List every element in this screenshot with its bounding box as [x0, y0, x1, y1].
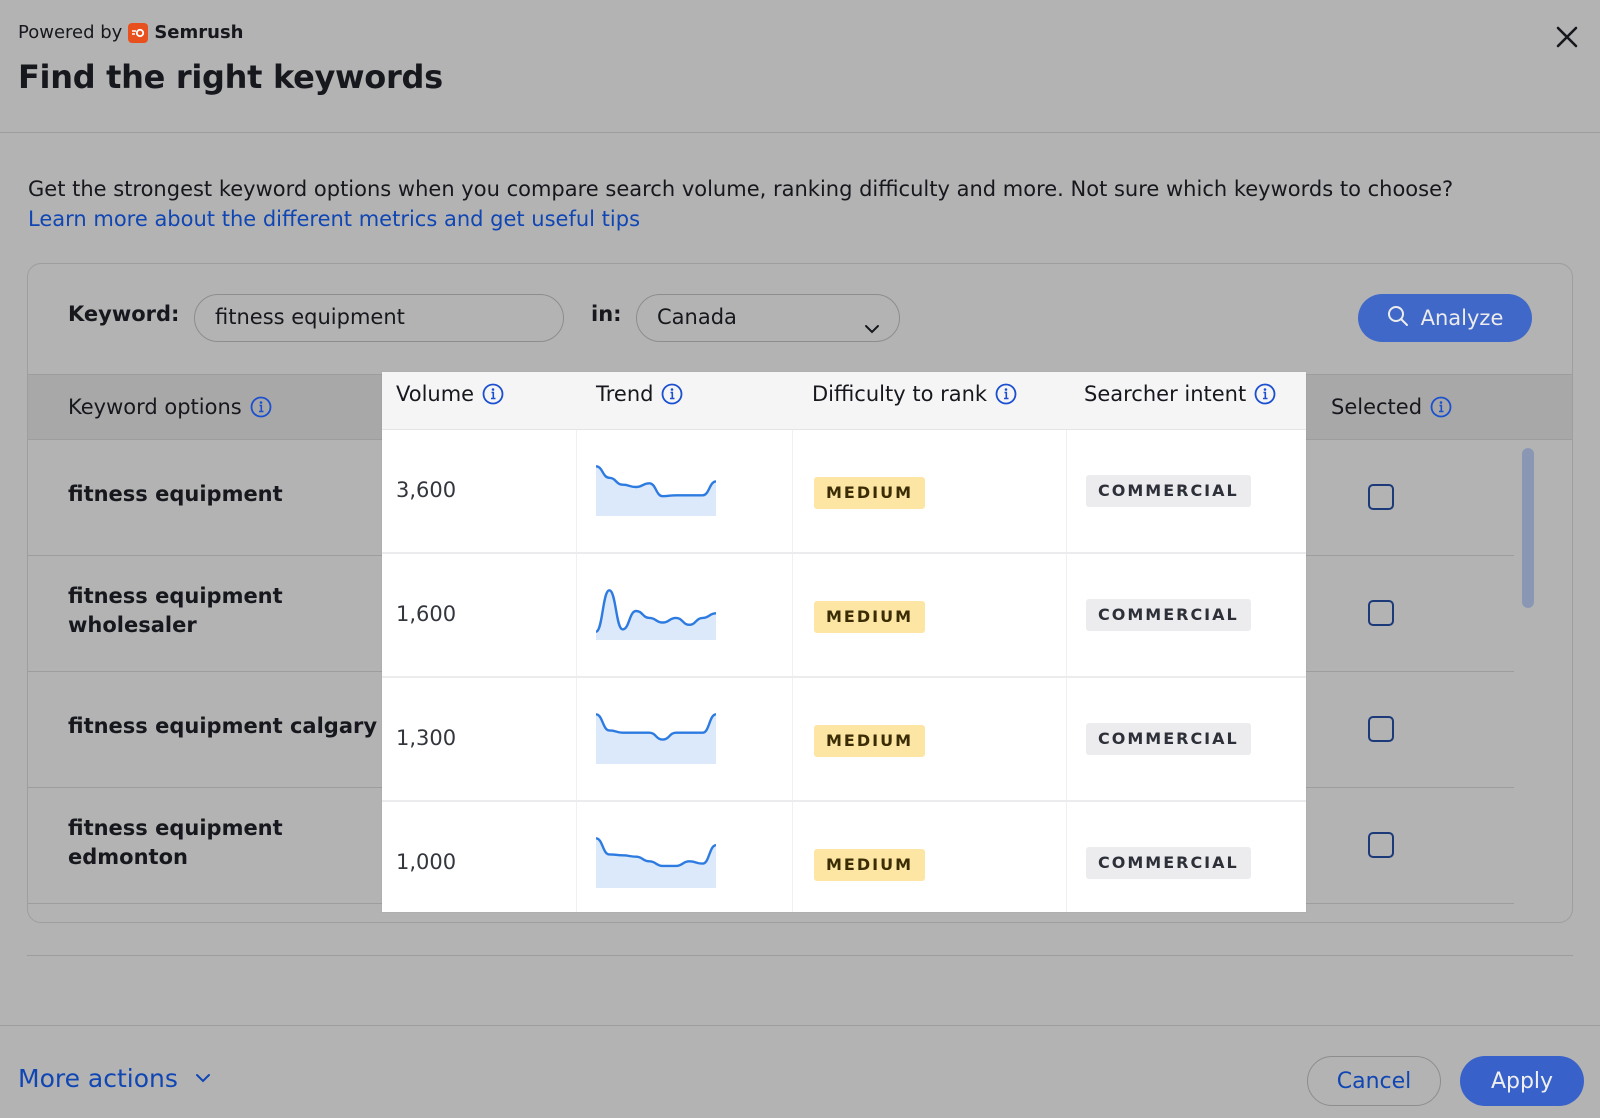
- difficulty-badge: MEDIUM: [814, 725, 925, 757]
- select-checkbox[interactable]: [1368, 716, 1394, 742]
- trend-sparkline: [596, 589, 716, 640]
- apply-button[interactable]: Apply: [1460, 1056, 1584, 1106]
- column-difficulty-label: Difficulty to rank: [812, 382, 988, 406]
- metrics-header: Volume Trend Difficulty to rank Searcher…: [382, 372, 1306, 430]
- trend-area: [596, 714, 716, 764]
- intent-badge: COMMERCIAL: [1086, 847, 1251, 879]
- column-selected: Selected: [1331, 395, 1452, 419]
- country-value: Canada: [657, 305, 737, 329]
- metrics-panel: Volume Trend Difficulty to rank Searcher…: [382, 372, 1306, 912]
- brand-name: Semrush: [154, 22, 244, 43]
- difficulty-badge: MEDIUM: [814, 477, 925, 509]
- intro: Get the strongest keyword options when y…: [28, 174, 1548, 234]
- keyword-option: fitness equipment: [68, 482, 283, 506]
- column-trend: Trend: [596, 382, 683, 406]
- metrics-row: 1,300 MEDIUM COMMERCIAL: [382, 678, 1306, 802]
- section-divider: [27, 955, 1573, 956]
- intent-badge: COMMERCIAL: [1086, 475, 1251, 507]
- metrics-row: 1,600 MEDIUM COMMERCIAL: [382, 554, 1306, 678]
- volume-value: 1,300: [396, 726, 457, 750]
- keyword-input[interactable]: fitness equipment: [194, 294, 564, 342]
- intro-text: Get the strongest keyword options when y…: [28, 177, 1454, 201]
- metrics-row: 3,600 MEDIUM COMMERCIAL: [382, 430, 1306, 554]
- intent-badge: COMMERCIAL: [1086, 723, 1251, 755]
- column-trend-label: Trend: [596, 382, 654, 406]
- difficulty-badge: MEDIUM: [814, 849, 925, 881]
- chevron-down-icon: [194, 1064, 212, 1093]
- scrollbar[interactable]: [1522, 448, 1534, 608]
- info-icon[interactable]: [250, 396, 272, 418]
- page-title: Find the right keywords: [18, 58, 443, 96]
- volume-value: 1,600: [396, 602, 457, 626]
- column-keyword-options: Keyword options: [68, 395, 272, 419]
- keyword-option: fitness equipment calgary: [68, 714, 378, 738]
- column-keyword-options-label: Keyword options: [68, 395, 242, 419]
- header-divider: [0, 132, 1600, 133]
- learn-more-link[interactable]: Learn more about the different metrics a…: [28, 204, 1548, 234]
- volume-value: 1,000: [396, 850, 457, 874]
- more-actions-button[interactable]: More actions: [18, 1064, 212, 1093]
- footer-divider: [0, 1025, 1600, 1026]
- select-checkbox[interactable]: [1368, 484, 1394, 510]
- cancel-button[interactable]: Cancel: [1307, 1056, 1441, 1106]
- keyword-option: fitness equipment wholesaler: [68, 584, 283, 637]
- more-actions-label: More actions: [18, 1064, 178, 1093]
- analyze-label: Analyze: [1420, 306, 1504, 330]
- in-label: in:: [591, 302, 622, 326]
- powered-by: Powered by Semrush: [18, 22, 243, 43]
- trend-sparkline: [596, 713, 716, 764]
- close-icon[interactable]: [1554, 24, 1580, 50]
- analyze-button[interactable]: Analyze: [1358, 294, 1532, 342]
- difficulty-badge: MEDIUM: [814, 601, 925, 633]
- search-row: Keyword: fitness equipment in: Canada An…: [28, 264, 1572, 374]
- search-icon: [1387, 305, 1409, 332]
- volume-value: 3,600: [396, 478, 457, 502]
- column-volume-label: Volume: [396, 382, 475, 406]
- intent-badge: COMMERCIAL: [1086, 599, 1251, 631]
- keyword-option: fitness equipment edmonton: [68, 816, 283, 869]
- info-icon[interactable]: [995, 383, 1017, 405]
- select-checkbox[interactable]: [1368, 600, 1394, 626]
- keyword-label: Keyword:: [68, 302, 180, 326]
- powered-by-label: Powered by: [18, 22, 123, 43]
- info-icon[interactable]: [1430, 396, 1452, 418]
- semrush-logo-icon: [128, 22, 149, 43]
- info-icon[interactable]: [482, 383, 504, 405]
- chevron-down-icon: [863, 309, 881, 354]
- trend-sparkline: [596, 837, 716, 888]
- column-difficulty: Difficulty to rank: [812, 382, 1017, 406]
- select-checkbox[interactable]: [1368, 832, 1394, 858]
- column-selected-label: Selected: [1331, 395, 1423, 419]
- trend-sparkline: [596, 465, 716, 516]
- column-intent-label: Searcher intent: [1084, 382, 1247, 406]
- column-volume: Volume: [396, 382, 504, 406]
- metrics-row: 1,000 MEDIUM COMMERCIAL: [382, 802, 1306, 926]
- country-select[interactable]: Canada: [636, 294, 900, 342]
- column-intent: Searcher intent: [1084, 382, 1276, 406]
- info-icon[interactable]: [661, 383, 683, 405]
- info-icon[interactable]: [1254, 383, 1276, 405]
